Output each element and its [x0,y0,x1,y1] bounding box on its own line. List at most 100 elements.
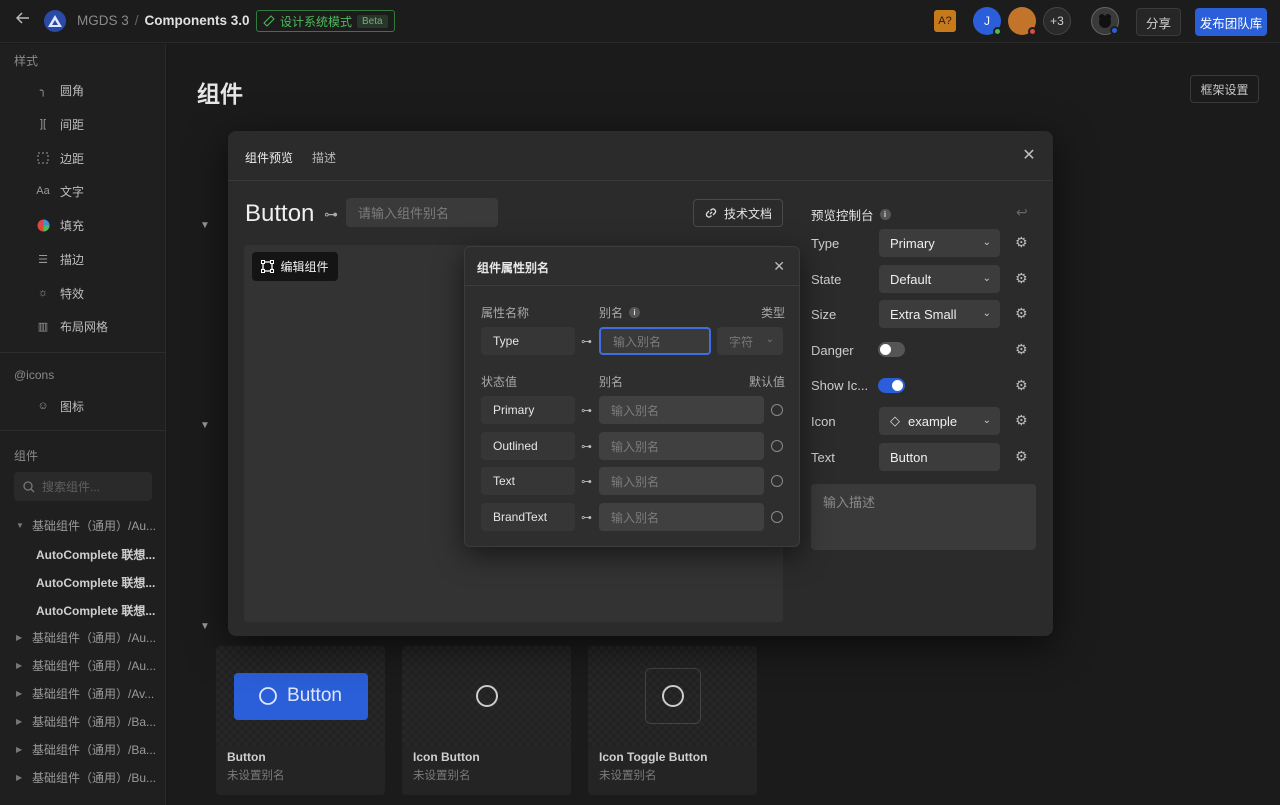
tree-group[interactable]: ▶ 基础组件（通用）/Ba... [16,739,156,759]
component-search-input[interactable]: 搜索组件... [14,472,152,501]
caret-down-icon[interactable]: ▼ [200,220,210,231]
caret-right-icon: ▶ [16,660,23,670]
tree-group[interactable]: ▶ 基础组件（通用）/Au... [16,627,156,647]
avatar-more[interactable]: +3 [1043,7,1071,35]
info-icon[interactable]: i [879,209,891,220]
component-card-icon-toggle-button[interactable]: Icon Toggle Button 未设置别名 [588,646,757,795]
settings-sliders-icon[interactable]: ⚙ [1015,412,1028,429]
settings-sliders-icon[interactable]: ⚙ [1015,270,1028,287]
settings-sliders-icon[interactable]: ⚙ [1015,341,1028,358]
tree-item[interactable]: AutoComplete 联想... [36,546,155,563]
sidebar-item-icons[interactable]: ☺ 图标 [36,395,84,417]
close-icon[interactable]: ✕ [1021,148,1037,164]
size-select[interactable]: Extra Small ⌄ [879,300,1000,328]
user-avatar[interactable] [1091,7,1119,35]
state-alias-input[interactable]: 输入别名 [599,396,764,424]
close-icon[interactable]: ✕ [773,258,785,275]
undo-icon[interactable]: ↩ [1016,204,1028,221]
edit-component-button[interactable]: 编辑组件 [252,252,338,281]
text-input[interactable]: Button [879,443,1000,471]
sidebar-item-fill[interactable]: 填充 [36,214,84,236]
tab-component-preview[interactable]: 组件预览 [245,149,293,166]
tree-item[interactable]: AutoComplete 联想... [36,574,155,591]
type-select[interactable]: Primary ⌄ [879,229,1000,257]
component-card-icon-button[interactable]: Icon Button 未设置别名 [402,646,571,795]
sidebar-item-corner-radius[interactable]: ╮ 圆角 [36,79,84,101]
info-icon[interactable]: i [629,307,641,318]
settings-sliders-icon[interactable]: ⚙ [1015,234,1028,251]
property-alias-popup: 组件属性别名 ✕ 属性名称 别名 i 类型 Type ⊶ 输入别名 字符 ⌄ 状态值… [464,246,800,547]
smiley-icon: ☺ [37,400,49,412]
share-button[interactable]: 分享 [1136,8,1181,36]
tree-group[interactable]: ▶ 基础组件（通用）/Au... [16,655,156,675]
tree-group[interactable]: ▼ 基础组件（通用）/Au... [16,515,156,535]
description-textarea[interactable]: 输入描述 [811,484,1036,550]
tree-group[interactable]: ▶ 基础组件（通用）/Bu... [16,767,156,787]
state-alias-input[interactable]: 输入别名 [599,432,764,460]
component-alias-input[interactable]: 请输入组件别名 [346,198,498,227]
settings-sliders-icon[interactable]: ⚙ [1015,305,1028,322]
sidebar-item-layout-grid[interactable]: ▥ 布局网格 [36,315,108,337]
breadcrumb-project[interactable]: MGDS 3 [77,13,129,28]
tab-description[interactable]: 描述 [312,149,336,166]
components-heading: 组件 [14,449,39,463]
state-select[interactable]: Default ⌄ [879,265,1000,293]
button-preview-label: Button [287,685,342,706]
caret-right-icon: ▶ [16,632,23,642]
settings-sliders-icon[interactable]: ⚙ [1015,448,1028,465]
default-radio[interactable] [771,404,783,416]
avatar-unknown[interactable]: A? [934,10,956,32]
state-alias-input[interactable]: 输入别名 [599,467,764,495]
sidebar-item-stroke[interactable]: ☰ 描边 [36,248,84,270]
settings-sliders-icon[interactable]: ⚙ [1015,377,1028,394]
spacing-icon: ][ [39,118,47,130]
caret-down-icon[interactable]: ▼ [200,621,210,632]
sidebar-item-label: 特效 [60,286,85,301]
show-icon-toggle[interactable] [878,378,905,393]
chevron-down-icon: ⌄ [765,334,774,345]
breadcrumb-file[interactable]: Components 3.0 [145,13,250,28]
tree-item[interactable]: AutoComplete 联想... [36,602,155,619]
danger-toggle[interactable] [878,342,905,357]
tree-group[interactable]: ▶ 基础组件（通用）/Ba... [16,711,156,731]
state-alias-input[interactable]: 输入别名 [599,503,764,531]
publish-team-library-button[interactable]: 发布团队库 [1195,8,1267,36]
header-alias: 别名 i [599,304,641,321]
sidebar-item-effect[interactable]: ☼ 特效 [36,282,84,304]
design-system-mode-badge[interactable]: 设计系统模式 Beta [256,10,395,32]
chevron-down-icon: ⌄ [982,237,991,248]
sidebar-item-label: 填充 [60,218,85,233]
default-radio[interactable] [771,475,783,487]
control-label-danger: Danger [811,343,854,358]
default-radio[interactable] [771,440,783,452]
property-type-select[interactable]: 字符 ⌄ [717,327,783,355]
arrow-left-icon[interactable] [15,11,34,31]
sidebar-item-label: 布局网格 [60,319,109,334]
sidebar-item-padding[interactable]: 边距 [36,147,84,169]
sidebar-item-label: 边距 [60,151,85,166]
sidebar-item-text[interactable]: Aa 文字 [36,180,84,202]
card-name: Button [227,750,266,764]
link-icon: ⊶ [581,405,592,417]
component-card-button[interactable]: Button Button 未设置别名 [216,646,385,795]
caret-down-icon[interactable]: ▼ [200,420,210,431]
control-label-state: State [811,272,842,287]
tech-doc-button[interactable]: 技术文档 [693,199,783,227]
icon-select[interactable]: ◇ example ⌄ [879,407,1000,435]
default-radio[interactable] [771,511,783,523]
modal-tabs: 组件预览 描述 ✕ [228,131,1053,181]
divider [465,285,799,286]
preview-console-label: 预览控制台 [811,209,874,223]
tree-group[interactable]: ▶ 基础组件（通用）/Av... [16,683,154,703]
stroke-icon: ☰ [38,253,48,266]
property-name: Type [481,327,575,355]
frame-settings-button[interactable]: 框架设置 [1190,75,1259,103]
control-label-icon: Icon [811,414,836,429]
avatar-j[interactable]: J [973,7,1002,36]
caret-right-icon: ▶ [16,744,23,754]
logo-icon[interactable] [44,10,66,32]
property-alias-input[interactable]: 输入别名 [599,327,711,355]
sidebar-item-spacing[interactable]: ][间距 [36,113,84,135]
state-name-brandtext: BrandText [481,503,575,531]
avatar-orange[interactable] [1008,7,1037,36]
